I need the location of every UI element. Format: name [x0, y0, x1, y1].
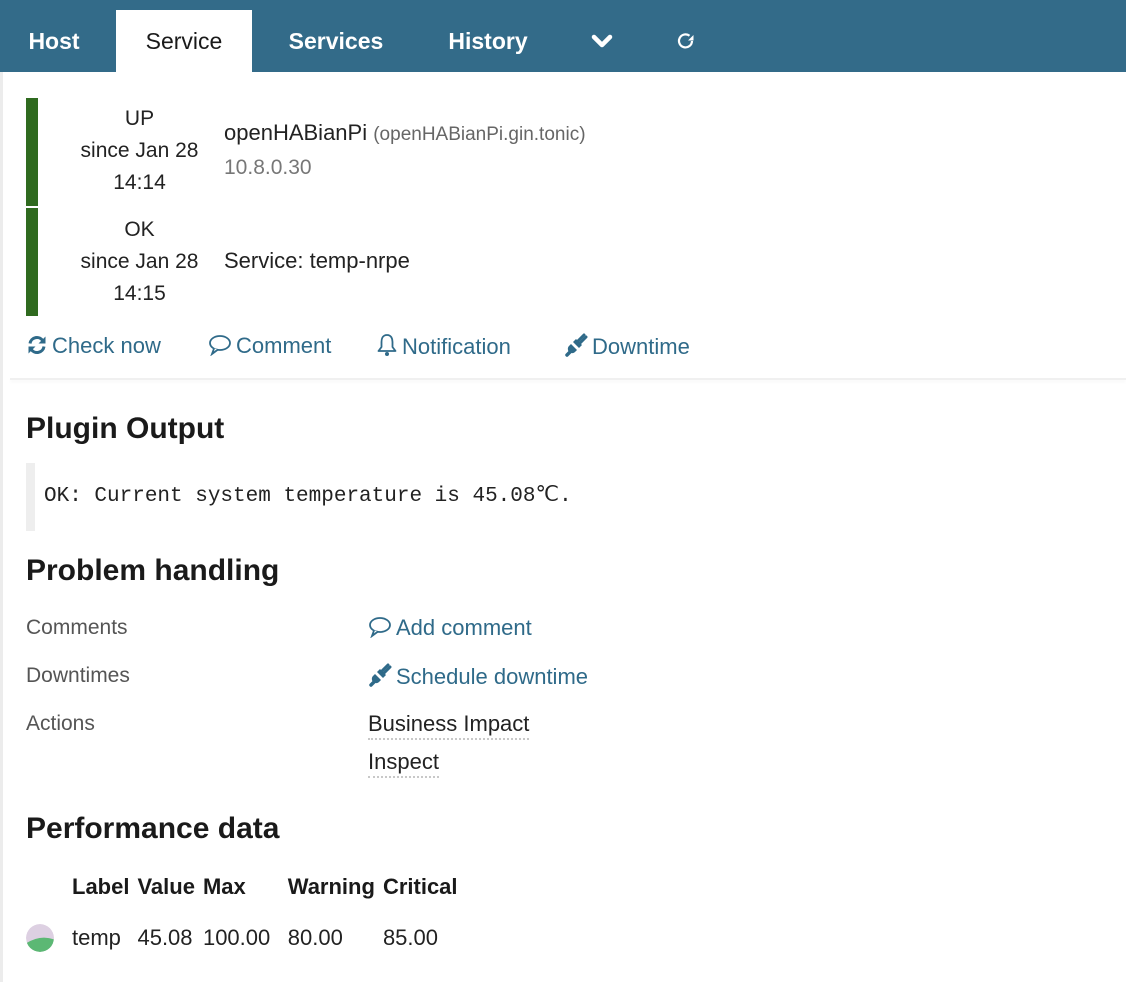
header-value: Value [137, 874, 195, 899]
pie-cell [26, 918, 72, 958]
plug-icon [369, 663, 392, 687]
service-name: Service: temp-nrpe [224, 248, 410, 273]
tab-host[interactable]: Host [0, 10, 108, 72]
section-divider [10, 378, 1126, 380]
comments-label: Comments [26, 616, 128, 639]
check-now-button[interactable]: Check now [26, 333, 161, 359]
host-fqdn: (openHABianPi.gin.tonic) [373, 124, 586, 145]
host-display-name: openHABianPi [224, 120, 368, 145]
host-state-bar [26, 98, 38, 206]
host-state: UP since Jan 28 14:14 [38, 103, 241, 199]
host-state-time: 14:14 [113, 171, 166, 194]
tab-services[interactable]: Services [266, 10, 406, 72]
host-name[interactable]: openHABianPi (openHABianPi.gin.tonic) [224, 120, 586, 146]
header-critical: Critical [382, 874, 458, 899]
downtime-label: Downtime [592, 334, 690, 359]
header-warning: Warning [287, 874, 375, 899]
service-state-since: since Jan 28 [80, 250, 199, 273]
problem-handling-heading: Problem handling [26, 554, 280, 587]
host-state-label: UP [124, 107, 155, 130]
host-state-since: since Jan 28 [80, 139, 199, 162]
perf-max: 100.00 [202, 925, 271, 950]
perf-value: 45.08 [137, 925, 193, 950]
schedule-downtime-label: Schedule downtime [396, 664, 589, 689]
plug-icon [565, 333, 588, 357]
notification-label: Notification [402, 334, 511, 359]
more-tabs-button[interactable] [580, 10, 624, 72]
bell-icon [377, 334, 397, 356]
chevron-down-icon [591, 34, 613, 48]
host-address: 10.8.0.30 [224, 156, 312, 179]
service-state-label: OK [124, 218, 155, 241]
header-max: Max [202, 874, 246, 899]
downtimes-label: Downtimes [26, 664, 130, 687]
performance-data-heading: Performance data [26, 812, 280, 845]
performance-header-row: Label Value Max Warning Critical [26, 870, 466, 918]
header-label: Label [72, 874, 130, 899]
add-comment-label: Add comment [396, 615, 532, 640]
business-impact-action[interactable]: Business Impact [368, 711, 530, 740]
plugin-output-box: OK: Current system temperature is 45.08℃… [26, 463, 1126, 531]
refresh-icon [28, 336, 46, 354]
service-state: OK since Jan 28 14:15 [38, 214, 241, 310]
downtime-button[interactable]: Downtime [564, 333, 690, 360]
check-now-label: Check now [52, 333, 161, 358]
plugin-output-heading: Plugin Output [26, 412, 225, 445]
left-edge-rule [0, 72, 3, 982]
service-status-row: OK since Jan 28 14:15 Service: temp-nrpe [26, 208, 726, 316]
service-state-time: 14:15 [113, 282, 166, 305]
comment-label: Comment [236, 333, 332, 358]
tab-service[interactable]: Service [116, 10, 252, 72]
perf-critical: 85.00 [382, 925, 438, 950]
perf-warning: 80.00 [287, 925, 343, 950]
tab-history[interactable]: History [426, 10, 550, 72]
comment-icon [209, 335, 231, 357]
service-state-bar [26, 208, 38, 316]
host-status-row: UP since Jan 28 14:14 openHABianPi (open… [26, 98, 726, 206]
tab-bar: Host Service Services History [0, 0, 1126, 72]
perf-label: temp [72, 925, 121, 950]
comment-icon [369, 617, 391, 639]
add-comment-link[interactable]: Add comment [368, 615, 532, 640]
table-row: temp 45.08 100.00 80.00 85.00 [26, 918, 466, 958]
performance-table: Label Value Max Warning Critical temp 45… [26, 870, 466, 958]
comment-button[interactable]: Comment [208, 333, 331, 359]
header-pie [26, 870, 72, 918]
schedule-downtime-link[interactable]: Schedule downtime [368, 663, 589, 689]
inspect-action[interactable]: Inspect [368, 749, 439, 778]
actions-label: Actions [26, 712, 95, 735]
notification-button[interactable]: Notification [376, 333, 511, 360]
plugin-output-text: OK: Current system temperature is 45.08℃… [44, 485, 572, 508]
refresh-icon [677, 33, 694, 49]
refresh-button[interactable] [664, 10, 708, 72]
performance-pie-chart [26, 924, 54, 953]
